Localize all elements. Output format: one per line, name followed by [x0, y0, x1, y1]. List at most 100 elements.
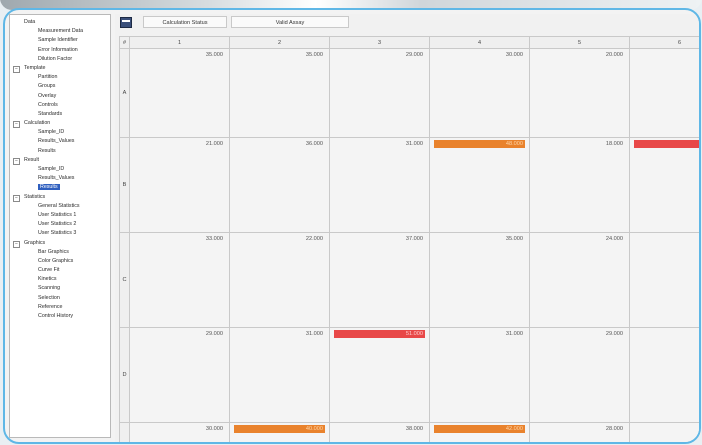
tree-item[interactable]: Reference: [10, 303, 110, 312]
grid-cell[interactable]: 24.000: [529, 232, 630, 329]
tree-item[interactable]: Groups: [10, 82, 110, 91]
tree-item[interactable]: Bar Graphics: [10, 248, 110, 257]
calculation-status-value: Valid Assay: [231, 16, 349, 28]
tree-item[interactable]: Color Graphics: [10, 257, 110, 266]
tree-item[interactable]: Sample_ID: [10, 128, 110, 137]
tree-item[interactable]: User Statistics 1: [10, 211, 110, 220]
tree-item[interactable]: Kinetics: [10, 275, 110, 284]
grid-cell[interactable]: 51.000: [329, 327, 430, 424]
tree-item[interactable]: Overlay: [10, 92, 110, 101]
tree-item[interactable]: − Template: [10, 64, 110, 73]
tree-expander-icon[interactable]: −: [13, 157, 20, 165]
cell-value: 30.000: [634, 330, 699, 338]
tree-item[interactable]: Controls: [10, 101, 110, 110]
tree-item[interactable]: User Statistics 3: [10, 229, 110, 238]
tree-item[interactable]: Measurement Data: [10, 27, 110, 36]
tree-expander-icon[interactable]: −: [13, 240, 20, 248]
grid-cell[interactable]: 31.000: [429, 327, 530, 424]
tree-item[interactable]: Standards: [10, 110, 110, 119]
grid-cell[interactable]: 31.000: [629, 47, 699, 139]
tree-item[interactable]: Error Information: [10, 46, 110, 55]
tree-item[interactable]: − Statistics: [10, 193, 110, 202]
grid-cell[interactable]: 35.000: [129, 47, 230, 139]
grid-cell[interactable]: 29.000: [329, 47, 430, 139]
grid-cell[interactable]: 30.000: [129, 422, 230, 442]
tree-item-label: Results: [38, 147, 56, 154]
grid-cell[interactable]: 30.000: [429, 47, 530, 139]
tree-expander-icon[interactable]: −: [13, 194, 20, 202]
grid-cell[interactable]: 33.000: [129, 232, 230, 329]
grid-cell[interactable]: 30.000: [629, 327, 699, 424]
grid-cell[interactable]: 54.000: [629, 137, 699, 234]
grid-cell[interactable]: 28.000: [629, 422, 699, 442]
tree-item[interactable]: Sample_ID: [10, 165, 110, 174]
tree-item[interactable]: Partition: [10, 73, 110, 82]
column-header[interactable]: 5: [529, 36, 630, 49]
tree-expander-icon[interactable]: −: [13, 65, 20, 73]
tree-item-label: Graphics: [24, 239, 46, 246]
grid-cell[interactable]: 40.000: [229, 422, 330, 442]
tree-item-label: Reference: [38, 303, 63, 310]
row-header[interactable]: A: [119, 47, 130, 139]
navigation-tree[interactable]: Data Measurement Data Sample Identifier Err…: [9, 14, 111, 438]
tree-item[interactable]: Results: [10, 147, 110, 156]
tree-item[interactable]: − Graphics: [10, 239, 110, 248]
tree-item[interactable]: Control History: [10, 312, 110, 321]
tree-item-label: Calculation: [24, 120, 51, 127]
tree-item-label: Selection: [38, 294, 60, 301]
tree-item[interactable]: Sample Identifier: [10, 36, 110, 45]
column-header[interactable]: 6: [629, 36, 699, 49]
grid-cell[interactable]: 28.000: [529, 422, 630, 442]
row-header[interactable]: D: [119, 327, 130, 424]
row-header[interactable]: [119, 422, 130, 442]
tree-item[interactable]: Data: [10, 18, 110, 27]
tree-item[interactable]: Results_Values: [10, 137, 110, 146]
row-header[interactable]: C: [119, 232, 130, 329]
grid-cell[interactable]: 22.000: [229, 232, 330, 329]
grid-cell[interactable]: 36.000: [229, 137, 330, 234]
column-header[interactable]: 1: [129, 36, 230, 49]
grid-view-icon[interactable]: [120, 17, 132, 28]
grid-cell[interactable]: 35.000: [229, 47, 330, 139]
grid-cell[interactable]: 30.000: [629, 232, 699, 329]
tree-item-label: Kinetics: [38, 276, 57, 283]
row-header[interactable]: B: [119, 137, 130, 234]
tree-item[interactable]: Curve Fit: [10, 266, 110, 275]
grid-cell[interactable]: 35.000: [429, 232, 530, 329]
tree-item[interactable]: Results_Values: [10, 174, 110, 183]
grid-cell[interactable]: 37.000: [329, 232, 430, 329]
tree-item-label: Overlay: [38, 92, 57, 99]
tree-item[interactable]: − Calculation: [10, 119, 110, 129]
cell-value: 20.000: [605, 52, 623, 58]
tree-item[interactable]: Selection: [10, 294, 110, 303]
table-row: 30.000 40.000 38.000 42.000 28.000 28.000: [119, 422, 699, 442]
grid-cell[interactable]: 48.000: [429, 137, 530, 234]
column-header[interactable]: 3: [329, 36, 430, 49]
tree-item[interactable]: Scanning: [10, 284, 110, 293]
cell-value: 24.000: [605, 236, 623, 243]
grid-cell[interactable]: 31.000: [229, 327, 330, 424]
tree-item[interactable]: Results: [10, 183, 110, 192]
cell-value: 28.000: [634, 425, 699, 433]
grid-cell[interactable]: 18.000: [529, 137, 630, 234]
cell-value: 36.000: [305, 141, 323, 148]
tree-item[interactable]: User Statistics 2: [10, 220, 110, 229]
grid-cell[interactable]: 21.000: [129, 137, 230, 234]
cell-value: 29.000: [205, 331, 223, 338]
grid-cell[interactable]: 42.000: [429, 422, 530, 442]
tree-expander-icon[interactable]: −: [13, 121, 20, 129]
grid-cell[interactable]: 20.000: [529, 47, 630, 139]
tree-item[interactable]: − Result: [10, 156, 110, 165]
grid-cell[interactable]: 38.000: [329, 422, 430, 442]
tree-item-label: Results_Values: [38, 175, 75, 182]
tree-item[interactable]: General Statistics: [10, 202, 110, 211]
tree-item-label: Bar Graphics: [38, 248, 69, 255]
grid-cell[interactable]: 29.000: [129, 327, 230, 424]
tree-item-label: Template: [24, 64, 46, 71]
grid-cell[interactable]: 29.000: [529, 327, 630, 424]
column-header[interactable]: 2: [229, 36, 330, 49]
tree-item[interactable]: Dilution Factor: [10, 55, 110, 64]
tree-item-label: User Statistics 2: [38, 221, 77, 228]
column-header[interactable]: 4: [429, 36, 530, 49]
grid-cell[interactable]: 31.000: [329, 137, 430, 234]
